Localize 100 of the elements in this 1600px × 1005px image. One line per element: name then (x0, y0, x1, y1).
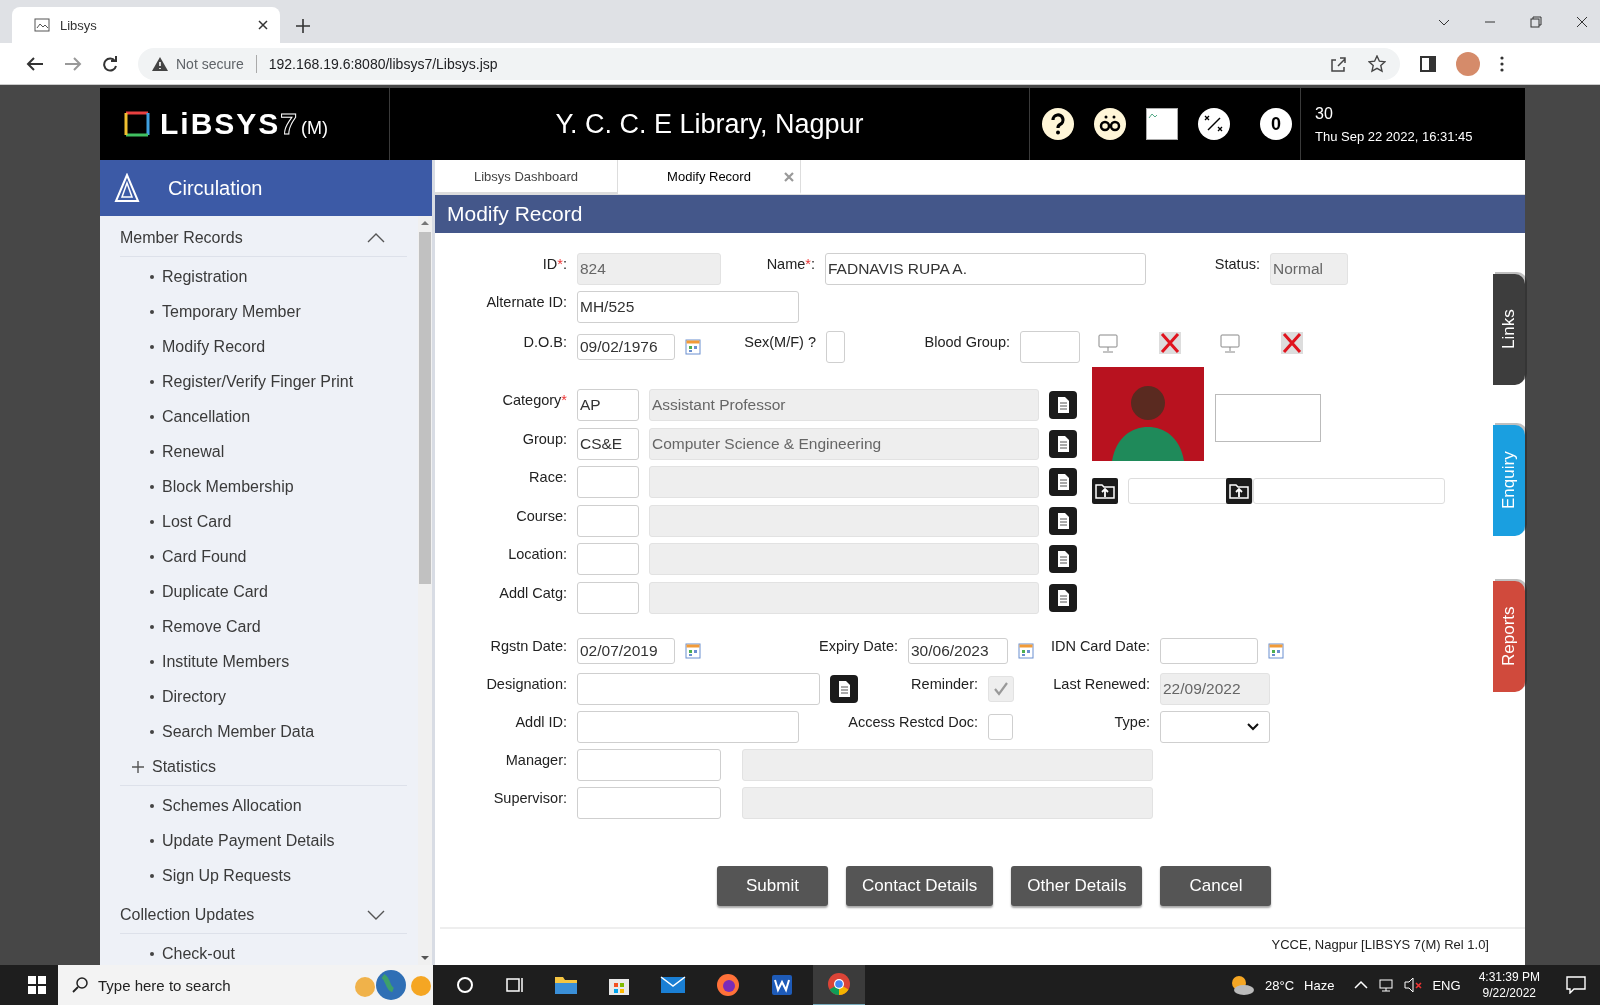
menu-link[interactable]: Temporary Member (162, 302, 301, 321)
plus-icon[interactable] (132, 761, 144, 773)
forward-icon[interactable] (64, 55, 82, 72)
clock[interactable]: 4:31:39 PM 9/22/2022 (1478, 970, 1540, 1000)
file-field[interactable] (1128, 478, 1253, 504)
mail-icon[interactable] (660, 975, 686, 995)
form-button[interactable]: Submit (717, 866, 828, 906)
browser-tab[interactable]: Libsys (12, 7, 280, 43)
delete-icon[interactable] (1159, 331, 1181, 354)
network-icon[interactable] (1378, 977, 1395, 993)
new-tab-icon[interactable] (296, 19, 310, 33)
chrome-taskbar-button[interactable] (813, 964, 865, 1005)
restore-icon[interactable] (1530, 15, 1542, 28)
calendar-icon[interactable] (1018, 643, 1034, 659)
text-field[interactable]: FADNAVIS RUPA A. (825, 253, 1146, 285)
menu-link[interactable]: Schemes Allocation (162, 796, 302, 815)
menu-group[interactable]: Statistics (152, 758, 216, 776)
menu-link[interactable]: Renewal (162, 442, 225, 461)
bullet-icon (150, 729, 154, 734)
address-bar[interactable]: Not secure 192.168.19.6:8080/libsys7/Libsys.jsp (138, 47, 1400, 80)
side-tab[interactable]: Reports (1493, 581, 1525, 692)
module-header[interactable]: Circulation (100, 160, 432, 216)
language-indicator[interactable]: ENG (1432, 977, 1461, 993)
notification-count[interactable]: 0 (1260, 108, 1292, 140)
code-field[interactable] (577, 543, 639, 576)
chevron-up-icon[interactable] (367, 233, 385, 243)
text-field[interactable] (577, 711, 799, 743)
document-icon[interactable] (1049, 468, 1077, 497)
menu-link[interactable]: Institute Members (162, 652, 290, 671)
section-header[interactable]: Member Records (120, 220, 407, 257)
avatar[interactable] (1456, 51, 1480, 76)
date-field[interactable]: 09/02/1976 (577, 333, 675, 360)
close-icon[interactable] (1576, 15, 1588, 28)
word-icon[interactable] (770, 973, 794, 997)
calendar-icon[interactable] (1268, 643, 1284, 659)
text-field[interactable]: MH/525 (577, 291, 799, 323)
weather-icon[interactable] (1229, 974, 1256, 996)
notification-icon[interactable] (1566, 976, 1586, 994)
document-icon[interactable] (1049, 506, 1077, 535)
star-icon[interactable] (1368, 54, 1386, 73)
menu-link[interactable]: Cancellation (162, 407, 251, 426)
document-icon[interactable] (1049, 391, 1077, 420)
help-icon[interactable] (1042, 108, 1074, 140)
menu-link[interactable]: Remove Card (162, 617, 261, 636)
text-field[interactable] (826, 330, 845, 363)
date-field[interactable] (1160, 638, 1258, 664)
menu-link[interactable]: Sign Up Requests (162, 866, 291, 885)
text-field[interactable] (577, 673, 820, 705)
document-icon[interactable] (830, 675, 858, 703)
folder-icon[interactable] (554, 975, 578, 995)
menu-link[interactable]: Register/Verify Finger Print (162, 372, 354, 391)
document-icon[interactable] (1049, 429, 1077, 458)
section-header[interactable]: Collection Updates (120, 897, 407, 934)
firefox-icon[interactable] (716, 973, 740, 997)
menu-link[interactable]: Check-out (162, 944, 235, 963)
date-field[interactable]: 30/06/2023 (908, 638, 1008, 664)
text-field[interactable] (1020, 330, 1080, 363)
menu-link[interactable]: Lost Card (162, 512, 232, 531)
delete-icon[interactable] (1281, 331, 1303, 354)
menu-link[interactable]: Update Payment Details (162, 831, 335, 850)
reload-icon[interactable] (102, 55, 118, 72)
menu-link[interactable]: Card Found (162, 547, 247, 566)
menu-link[interactable]: Duplicate Card (162, 582, 268, 601)
date-field[interactable]: 02/07/2019 (577, 638, 675, 664)
task-view-icon[interactable] (504, 976, 524, 994)
menu-link[interactable]: Modify Record (162, 337, 266, 356)
speaker-muted-icon[interactable] (1404, 977, 1423, 993)
document-icon[interactable] (1049, 545, 1077, 574)
share-icon[interactable] (1330, 55, 1346, 72)
code-field[interactable]: CS&E (577, 427, 639, 460)
menu-link[interactable]: Search Member Data (162, 722, 315, 741)
search-field[interactable]: Type here to search (58, 965, 433, 1005)
close-icon[interactable] (258, 20, 268, 30)
form-button[interactable]: Other Details (1011, 866, 1143, 906)
checkbox[interactable] (988, 714, 1013, 740)
cortana-icon[interactable] (456, 976, 474, 994)
scrollbar[interactable] (418, 216, 432, 965)
code-field[interactable]: AP (577, 389, 639, 422)
menu-link[interactable]: Block Membership (162, 477, 294, 496)
menu-link[interactable]: Registration (162, 267, 248, 286)
side-panel-icon[interactable] (1420, 55, 1436, 72)
text-field[interactable] (577, 749, 721, 781)
code-field[interactable] (577, 504, 639, 537)
calendar-icon[interactable] (685, 643, 701, 659)
menu-icon[interactable] (1500, 55, 1504, 72)
chevron-down-icon[interactable] (367, 910, 385, 920)
file-field[interactable] (1253, 478, 1445, 504)
folder-upload-icon[interactable] (1092, 478, 1118, 504)
text-field[interactable] (577, 787, 721, 819)
document-icon[interactable] (1049, 583, 1077, 612)
side-tab[interactable]: Links (1493, 274, 1525, 385)
code-field[interactable] (577, 581, 639, 614)
back-icon[interactable] (26, 55, 44, 72)
calendar-icon[interactable] (685, 338, 701, 355)
menu-link[interactable]: Directory (162, 687, 226, 706)
folder-upload-icon[interactable] (1226, 478, 1252, 504)
code-field[interactable] (577, 466, 639, 499)
windows-start-icon[interactable] (28, 976, 46, 994)
form-button[interactable]: Cancel (1160, 866, 1272, 906)
form-button[interactable]: Contact Details (846, 866, 994, 906)
